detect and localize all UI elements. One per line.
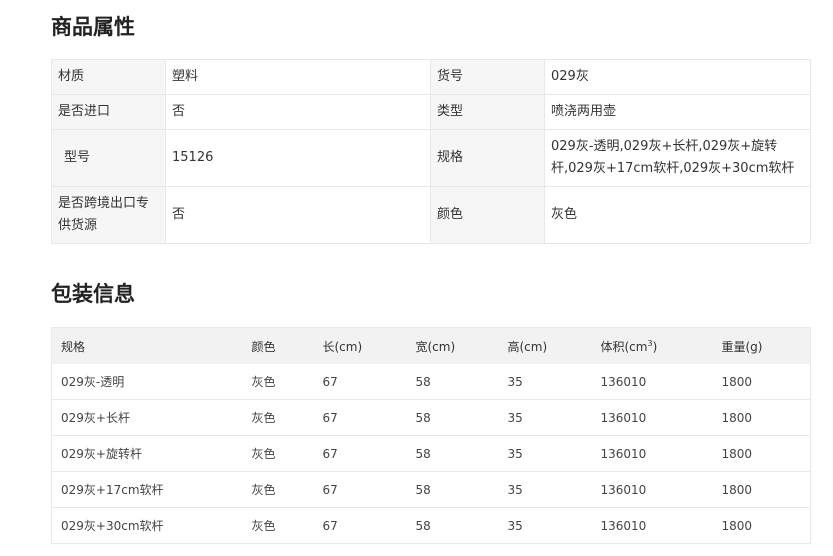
attribute-key: 型号 (51, 129, 166, 187)
attribute-value: 塑料 (165, 59, 431, 95)
cell-height: 35 (498, 435, 592, 472)
product-attributes-table: 材质 塑料 货号 029灰 是否进口 否 类型 喷浇两用壶 型号 15126 规… (51, 59, 811, 244)
cell-weight: 1800 (712, 399, 811, 436)
attribute-value: 029灰 (544, 59, 811, 95)
cell-spec: 029灰+长杆 (51, 399, 243, 436)
cell-weight: 1800 (712, 435, 811, 472)
header-volume: 体积(cm3) (591, 327, 713, 364)
cell-height: 35 (498, 364, 592, 400)
attribute-row: 是否跨境出口专供货源 否 颜色 灰色 (51, 186, 811, 244)
attribute-value: 否 (165, 186, 431, 244)
cell-spec: 029灰+旋转杆 (51, 435, 243, 472)
attribute-value: 15126 (165, 129, 431, 187)
cell-width: 58 (406, 507, 499, 544)
packaging-header-row: 规格 颜色 长(cm) 宽(cm) 高(cm) 体积(cm3) 重量(g) (51, 327, 811, 364)
cell-height: 35 (498, 399, 592, 436)
cell-length: 67 (313, 399, 407, 436)
cell-color: 灰色 (242, 507, 314, 544)
cell-width: 58 (406, 435, 499, 472)
cell-width: 58 (406, 399, 499, 436)
attribute-key: 是否进口 (51, 94, 166, 130)
cell-color: 灰色 (242, 435, 314, 472)
cell-weight: 1800 (712, 507, 811, 544)
cell-length: 67 (313, 507, 407, 544)
cell-weight: 1800 (712, 471, 811, 508)
attribute-row: 材质 塑料 货号 029灰 (51, 59, 811, 95)
cell-height: 35 (498, 507, 592, 544)
header-height: 高(cm) (498, 327, 592, 364)
header-volume-close: ) (652, 339, 658, 354)
table-row: 029灰+17cm软杆 灰色 67 58 35 136010 1800 (51, 471, 811, 508)
attribute-value: 否 (165, 94, 431, 130)
table-row: 029灰+旋转杆 灰色 67 58 35 136010 1800 (51, 435, 811, 472)
attribute-value: 喷浇两用壶 (544, 94, 811, 130)
cell-color: 灰色 (242, 471, 314, 508)
cell-length: 67 (313, 364, 407, 400)
table-row: 029灰-透明 灰色 67 58 35 136010 1800 (51, 364, 811, 400)
header-length: 长(cm) (313, 327, 407, 364)
cell-weight: 1800 (712, 364, 811, 400)
packaging-info-title: 包装信息 (51, 282, 135, 306)
cell-volume: 136010 (591, 471, 713, 508)
cell-spec: 029灰-透明 (51, 364, 243, 400)
attribute-key: 规格 (430, 129, 545, 187)
cell-volume: 136010 (591, 364, 713, 400)
cell-spec: 029灰+30cm软杆 (51, 507, 243, 544)
attribute-value: 灰色 (544, 186, 811, 244)
attribute-row: 是否进口 否 类型 喷浇两用壶 (51, 94, 811, 130)
header-volume-label: 体积(cm (600, 339, 648, 354)
cell-volume: 136010 (591, 435, 713, 472)
cell-spec: 029灰+17cm软杆 (51, 471, 243, 508)
attribute-key: 颜色 (430, 186, 545, 244)
attribute-key: 是否跨境出口专供货源 (51, 186, 166, 244)
cell-color: 灰色 (242, 399, 314, 436)
cell-height: 35 (498, 471, 592, 508)
cell-width: 58 (406, 471, 499, 508)
attribute-value: 029灰-透明,029灰+长杆,029灰+旋转杆,029灰+17cm软杆,029… (544, 129, 811, 187)
cell-width: 58 (406, 364, 499, 400)
cell-length: 67 (313, 471, 407, 508)
cell-volume: 136010 (591, 507, 713, 544)
cell-color: 灰色 (242, 364, 314, 400)
packaging-table: 规格 颜色 长(cm) 宽(cm) 高(cm) 体积(cm3) 重量(g) 02… (51, 327, 811, 544)
attribute-key: 材质 (51, 59, 166, 95)
header-color: 颜色 (242, 327, 314, 364)
attribute-key: 货号 (430, 59, 545, 95)
attribute-key: 类型 (430, 94, 545, 130)
cell-length: 67 (313, 435, 407, 472)
header-width: 宽(cm) (406, 327, 499, 364)
table-row: 029灰+长杆 灰色 67 58 35 136010 1800 (51, 399, 811, 436)
header-spec: 规格 (51, 327, 243, 364)
attribute-row: 型号 15126 规格 029灰-透明,029灰+长杆,029灰+旋转杆,029… (51, 129, 811, 187)
product-attributes-title: 商品属性 (51, 15, 135, 39)
header-weight: 重量(g) (712, 327, 811, 364)
cell-volume: 136010 (591, 399, 713, 436)
table-row: 029灰+30cm软杆 灰色 67 58 35 136010 1800 (51, 507, 811, 544)
